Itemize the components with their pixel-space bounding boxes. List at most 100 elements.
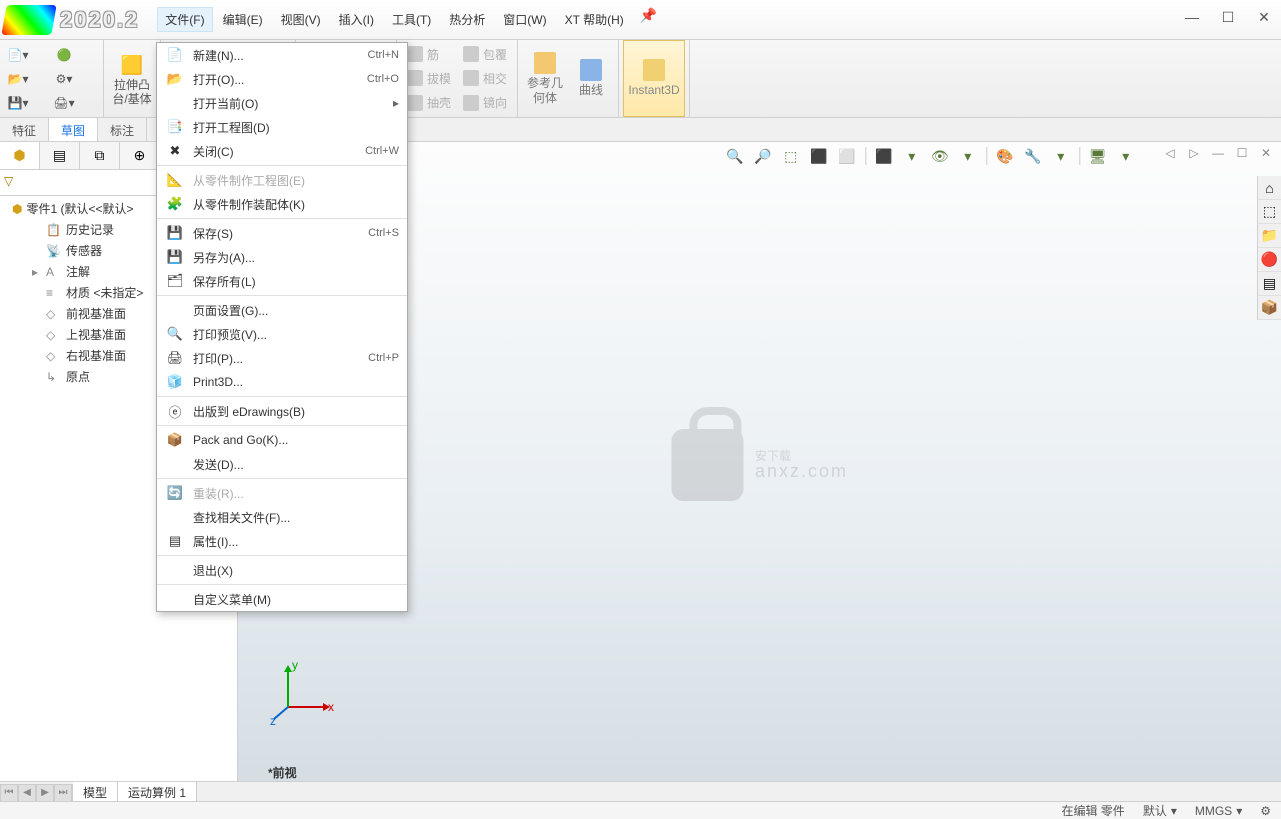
qa-gear-icon[interactable]: ⚙▾ <box>50 68 94 90</box>
qa-save[interactable]: 💾▾ <box>4 92 48 114</box>
tab-features[interactable]: 特征 <box>0 118 49 141</box>
menu-item-icon <box>165 590 185 608</box>
view-tool-icon[interactable]: ⬛ <box>809 146 829 166</box>
panel-tab-feature[interactable]: ⬢ <box>0 142 40 169</box>
menu-item[interactable]: 📑打开工程图(D) <box>157 115 407 139</box>
view-tool-icon[interactable]: ▾ <box>958 146 978 166</box>
menu-item[interactable]: ✖关闭(C)Ctrl+W <box>157 139 407 163</box>
menu-item[interactable]: 页面设置(G)... <box>157 298 407 322</box>
qa-new[interactable]: 📄▾ <box>4 44 48 66</box>
menu-item[interactable]: 🖨打印(P)...Ctrl+P <box>157 346 407 370</box>
sub-max[interactable]: ☐ <box>1233 146 1251 162</box>
tab-sketch[interactable]: 草图 <box>49 118 98 141</box>
view-tool-icon[interactable]: ▾ <box>1116 146 1136 166</box>
shell[interactable]: 抽壳 <box>405 93 453 112</box>
sub-min[interactable]: — <box>1209 146 1227 162</box>
panel-tab-config[interactable]: ⧉ <box>80 142 120 169</box>
watermark-text: 安下载 anxz.com <box>755 450 848 480</box>
pin-icon[interactable]: 📌 <box>640 7 657 32</box>
menu-help[interactable]: XT 帮助(H) <box>557 7 632 32</box>
bottom-tabs: ⏮◀▶⏭ 模型 运动算例 1 <box>0 781 1281 803</box>
menu-item[interactable]: 发送(D)... <box>157 452 407 476</box>
mirror[interactable]: 镜向 <box>461 93 509 112</box>
view-tool-icon[interactable]: ▾ <box>1051 146 1071 166</box>
menu-bar: 文件(F) 编辑(E) 视图(V) 插入(I) 工具(T) 热分析 窗口(W) … <box>157 7 657 32</box>
menu-item[interactable]: 📄新建(N)...Ctrl+N <box>157 43 407 67</box>
view-tool-icon[interactable]: 👁 <box>930 146 950 166</box>
menu-item[interactable]: 🧩从零件制作装配体(K) <box>157 192 407 216</box>
tab-annotation[interactable]: 标注 <box>98 118 147 141</box>
menu-tools[interactable]: 工具(T) <box>384 7 439 32</box>
close-button[interactable]: ✕ <box>1253 8 1275 26</box>
menu-item[interactable]: ⓔ出版到 eDrawings(B) <box>157 399 407 423</box>
view-tool-icon[interactable]: ⬚ <box>781 146 801 166</box>
menu-edit[interactable]: 编辑(E) <box>215 7 271 32</box>
sub-close[interactable]: ✕ <box>1257 146 1275 162</box>
node-label: 右视基准面 <box>66 347 126 364</box>
status-options-icon[interactable]: ⚙ <box>1260 804 1271 818</box>
menu-item[interactable]: 自定义菜单(M) <box>157 587 407 611</box>
task-pane-tab[interactable]: 📁 <box>1258 224 1281 248</box>
qa-traffic-icon[interactable]: 🟢 <box>50 44 94 66</box>
tab-nav-button[interactable]: ▶ <box>36 784 54 802</box>
tab-nav-button[interactable]: ⏮ <box>0 784 18 802</box>
task-pane-tab[interactable]: 🔴 <box>1258 248 1281 272</box>
task-pane-tab[interactable]: 📦 <box>1258 296 1281 320</box>
bottom-tab-motion[interactable]: 运动算例 1 <box>118 782 197 803</box>
curves-button[interactable]: 曲线 <box>568 40 614 117</box>
tab-nav-button[interactable]: ⏭ <box>54 784 72 802</box>
task-pane-tab[interactable]: ⌂ <box>1258 176 1281 200</box>
view-tool-icon[interactable]: 🔧 <box>1023 146 1043 166</box>
instant3d-button[interactable]: Instant3D <box>623 40 685 117</box>
status-units[interactable]: MMGS▾ <box>1195 804 1242 818</box>
prev-doc[interactable]: ◁ <box>1161 146 1179 162</box>
menu-insert[interactable]: 插入(I) <box>331 7 382 32</box>
menu-view[interactable]: 视图(V) <box>273 7 329 32</box>
tab-nav-button[interactable]: ◀ <box>18 784 36 802</box>
view-triad[interactable]: x y z <box>268 657 338 727</box>
view-tool-icon[interactable]: 🔎 <box>753 146 773 166</box>
expand-icon[interactable]: ▸ <box>32 265 42 279</box>
menu-item-label: 退出(X) <box>193 562 399 579</box>
menu-item[interactable]: 📦Pack and Go(K)... <box>157 428 407 452</box>
view-tool-icon[interactable]: ▾ <box>902 146 922 166</box>
ref-geom-button[interactable]: 参考几 何体 <box>522 40 568 117</box>
view-tool-icon[interactable]: 🔍 <box>725 146 745 166</box>
maximize-button[interactable]: ☐ <box>1217 8 1239 26</box>
menu-item[interactable]: ▤属性(I)... <box>157 529 407 553</box>
menu-item[interactable]: 退出(X) <box>157 558 407 582</box>
menu-item[interactable]: 🧊Print3D... <box>157 370 407 394</box>
view-tool-icon[interactable]: ⬛ <box>874 146 894 166</box>
view-tool-icon[interactable]: ⬜ <box>837 146 857 166</box>
panel-tab-dim[interactable]: ⊕ <box>120 142 160 169</box>
next-doc[interactable]: ▷ <box>1185 146 1203 162</box>
extrude-boss-button[interactable]: 🟨 拉伸凸 台/基体 <box>108 40 156 117</box>
menu-item[interactable]: 打开当前(O)▸ <box>157 91 407 115</box>
menu-item[interactable]: 查找相关文件(F)... <box>157 505 407 529</box>
menu-item[interactable]: 💾保存(S)Ctrl+S <box>157 221 407 245</box>
menu-file[interactable]: 文件(F) <box>157 7 212 32</box>
menu-item[interactable]: 💾另存为(A)... <box>157 245 407 269</box>
shell-icon <box>407 95 423 111</box>
task-pane-tab[interactable]: ⬚ <box>1258 200 1281 224</box>
menu-item[interactable]: 📂打开(O)...Ctrl+O <box>157 67 407 91</box>
panel-tab-property[interactable]: ▤ <box>40 142 80 169</box>
task-pane-tab[interactable]: ▤ <box>1258 272 1281 296</box>
extrude-label: 拉伸凸 台/基体 <box>112 79 151 105</box>
wrap[interactable]: 包覆 <box>461 45 509 64</box>
view-tool-icon[interactable]: 🎨 <box>995 146 1015 166</box>
menu-thermal[interactable]: 热分析 <box>441 7 493 32</box>
draft[interactable]: 拔模 <box>405 69 453 88</box>
view-tool-icon[interactable]: 🖥 <box>1088 146 1108 166</box>
qa-open[interactable]: 📂▾ <box>4 68 48 90</box>
rib[interactable]: 筋 <box>405 45 453 64</box>
intersect[interactable]: 相交 <box>461 69 509 88</box>
menu-item[interactable]: 🔍打印预览(V)... <box>157 322 407 346</box>
minimize-button[interactable]: — <box>1181 8 1203 26</box>
menu-item-label: 重装(R)... <box>193 485 399 502</box>
status-config[interactable]: 默认▾ <box>1143 802 1177 819</box>
qa-print[interactable]: 🖨▾ <box>50 92 94 114</box>
bottom-tab-model[interactable]: 模型 <box>73 782 118 803</box>
menu-window[interactable]: 窗口(W) <box>495 7 554 32</box>
menu-item[interactable]: 🗂保存所有(L) <box>157 269 407 293</box>
